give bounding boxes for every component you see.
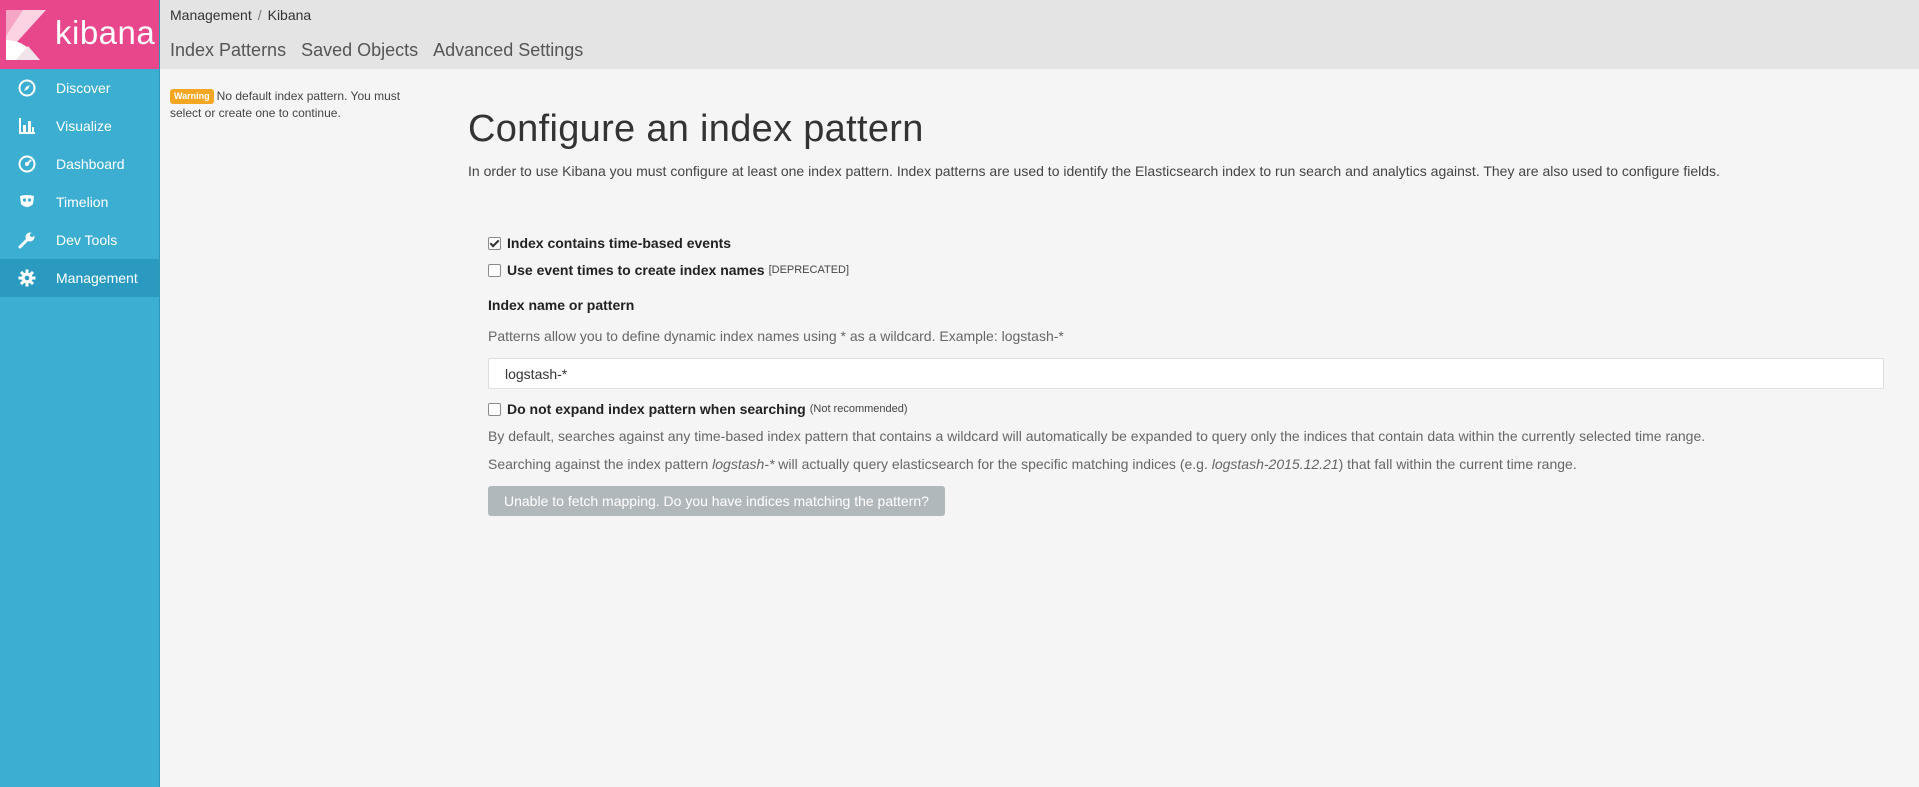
no-expand-checkbox[interactable]: [488, 402, 501, 416]
bar-chart-icon: [17, 116, 37, 136]
sidebar-item-discover[interactable]: Discover: [0, 69, 159, 107]
sidebar-item-timelion[interactable]: Timelion: [0, 183, 159, 221]
event-times-checkbox[interactable]: [488, 263, 501, 277]
search-desc-pattern: logstash-*: [712, 456, 775, 472]
expand-description: By default, searches against any time-ba…: [488, 428, 1706, 444]
sidebar-item-label: Dev Tools: [56, 232, 118, 248]
wrench-icon: [17, 230, 37, 250]
search-desc-example-index: logstash-2015.12.21: [1211, 456, 1339, 472]
search-desc-text: Searching against the index pattern: [488, 456, 713, 472]
sidebar: kibana Discover Visualize Dashboard Time…: [0, 0, 160, 787]
search-desc-text: ) that fall within the current time rang…: [1338, 456, 1577, 472]
index-name-label: Index name or pattern: [488, 297, 635, 313]
event-times-label[interactable]: Use event times to create index names: [507, 262, 765, 278]
not-recommended-note: (Not recommended): [809, 403, 908, 415]
page-title: Configure an index pattern: [468, 108, 924, 150]
index-pattern-input[interactable]: logstash-*: [488, 358, 1884, 389]
compass-icon: [17, 78, 37, 98]
sidebar-nav: Discover Visualize Dashboard Timelion De…: [0, 69, 159, 297]
breadcrumb-management[interactable]: Management: [170, 7, 252, 23]
sidebar-item-label: Management: [56, 270, 138, 286]
no-default-index-warning: Warning No default index pattern. You mus…: [170, 88, 430, 122]
sidebar-item-dashboard[interactable]: Dashboard: [0, 145, 159, 183]
gear-icon: [17, 268, 37, 288]
no-expand-option: Do not expand index pattern when searchi…: [488, 401, 1884, 417]
breadcrumb: Management / Kibana: [170, 7, 311, 23]
main-content: Configure an index pattern In order to u…: [468, 108, 1879, 179]
index-name-help: Patterns allow you to define dynamic ind…: [488, 328, 1064, 344]
no-expand-label[interactable]: Do not expand index pattern when searchi…: [507, 401, 806, 417]
time-based-label[interactable]: Index contains time-based events: [507, 235, 731, 251]
create-index-pattern-button[interactable]: Unable to fetch mapping. Do you have ind…: [488, 486, 945, 516]
sidebar-item-label: Dashboard: [56, 156, 125, 172]
index-pattern-value: logstash-*: [505, 365, 568, 382]
intro-text: In order to use Kibana you must configur…: [468, 163, 1720, 179]
sidebar-item-dev-tools[interactable]: Dev Tools: [0, 221, 159, 259]
sidebar-item-label: Timelion: [56, 194, 109, 210]
index-pattern-form: Index contains time-based events Use eve…: [488, 235, 1884, 516]
sidebar-item-label: Visualize: [56, 118, 112, 134]
tab-index-patterns[interactable]: Index Patterns: [170, 40, 286, 61]
warning-badge: Warning: [170, 89, 214, 104]
search-description: Searching against the index pattern logs…: [488, 456, 1884, 472]
breadcrumb-kibana: Kibana: [267, 7, 312, 23]
tab-advanced-settings[interactable]: Advanced Settings: [433, 40, 583, 61]
timelion-mask-icon: [17, 192, 37, 212]
kibana-logo[interactable]: kibana: [0, 0, 159, 69]
sidebar-item-management[interactable]: Management: [0, 259, 159, 297]
brand-name: kibana: [55, 14, 156, 51]
kibana-logo-icon: [6, 10, 46, 60]
top-header: Management / Kibana Index Patterns Saved O…: [160, 0, 1919, 69]
search-desc-text: will actually query elasticsearch for th…: [774, 456, 1212, 472]
sidebar-item-label: Discover: [56, 80, 111, 96]
tab-saved-objects[interactable]: Saved Objects: [301, 40, 418, 61]
time-based-checkbox[interactable]: [488, 236, 501, 250]
time-based-option: Index contains time-based events: [488, 235, 1884, 251]
breadcrumb-separator: /: [257, 7, 262, 23]
event-times-option: Use event times to create index names [D…: [488, 262, 1884, 278]
deprecated-note: [DEPRECATED]: [768, 264, 850, 276]
dashboard-gauge-icon: [17, 154, 37, 174]
management-tabs: Index Patterns Saved Objects Advanced Se…: [170, 40, 598, 61]
sidebar-item-visualize[interactable]: Visualize: [0, 107, 159, 145]
